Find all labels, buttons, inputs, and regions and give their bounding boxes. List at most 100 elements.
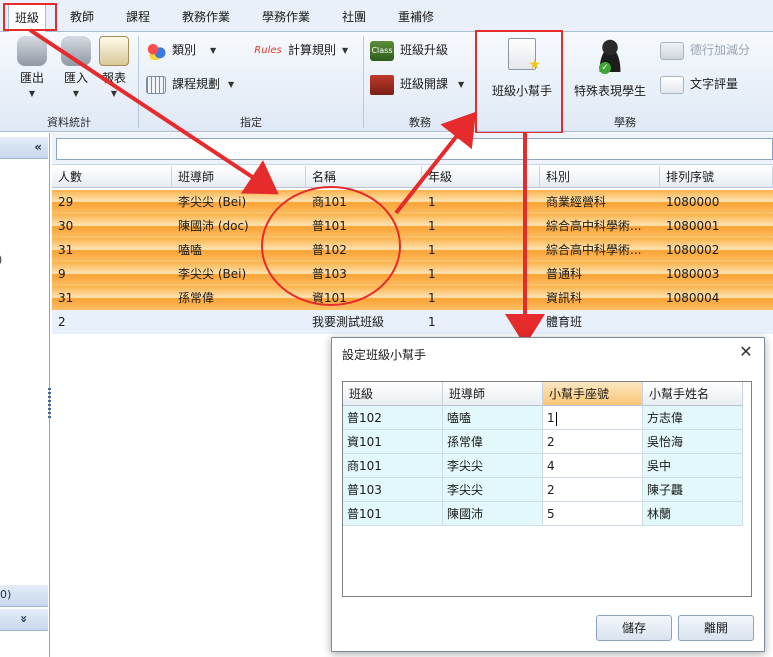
- class-open-course-button[interactable]: 班級開課 ▼: [370, 74, 465, 95]
- tab-makeup-course[interactable]: 重補修: [392, 6, 440, 28]
- category-button[interactable]: 類別 ▼: [146, 40, 216, 60]
- special-student-button[interactable]: ✓ 特殊表現學生: [568, 38, 652, 99]
- helper-seat-cell[interactable]: 1: [543, 406, 643, 430]
- dialog-title: 設定班級小幫手: [342, 348, 427, 362]
- column-header-count[interactable]: 人數: [52, 166, 172, 188]
- sort-order-cell: 1080000: [666, 195, 720, 209]
- dialog-column-header-helper-name[interactable]: 小幫手姓名: [643, 382, 743, 406]
- exit-button[interactable]: 離開: [678, 615, 754, 641]
- tab-student-affairs[interactable]: 學務作業: [256, 6, 316, 28]
- grade-cell: 1: [428, 243, 436, 257]
- department-cell: 商業經營科: [546, 195, 607, 209]
- column-header-name[interactable]: 名稱: [306, 166, 422, 188]
- collapse-left-panel-button[interactable]: «: [0, 137, 48, 159]
- helper-name-cell: 方志偉: [643, 406, 743, 430]
- teacher-cell: 李尖尖 (Bei): [178, 195, 247, 209]
- department-cell: 資訊科: [546, 291, 583, 305]
- class-promote-label: 班級升級: [400, 43, 449, 57]
- table-row[interactable]: 29 李尖尖 (Bei) 商101 1 商業經營科 1080000: [52, 190, 773, 214]
- save-button[interactable]: 儲存: [596, 615, 672, 641]
- tab-course[interactable]: 課程: [120, 6, 156, 28]
- tab-academic-affairs[interactable]: 教務作業: [176, 6, 236, 28]
- class-helper-dialog: 設定班級小幫手 ✕ 班級 班導師 小幫手座號 小幫手姓名 普102 嗑嗑 1 方志偉資…: [331, 337, 765, 652]
- helper-seat-cell[interactable]: 5: [543, 502, 643, 526]
- column-header-department[interactable]: 科別: [540, 166, 660, 188]
- group-label-stats: 資料統計: [47, 116, 91, 129]
- table-row[interactable]: 9 李尖尖 (Bei) 普103 1 普通科 1080003: [52, 262, 773, 286]
- teacher-cell: 李尖尖 (Bei): [178, 267, 247, 281]
- calc-rule-button[interactable]: Rules 計算規則 ▼: [254, 40, 348, 60]
- dialog-column-header-teacher[interactable]: 班導師: [443, 382, 543, 406]
- count-cell: 29: [58, 195, 74, 209]
- grade-cell: 1: [428, 291, 436, 305]
- dialog-column-header-class[interactable]: 班級: [343, 382, 443, 406]
- count-cell: 31: [58, 243, 74, 257]
- dialog-column-header-seat[interactable]: 小幫手座號: [543, 382, 643, 406]
- tab-teacher[interactable]: 教師: [64, 6, 100, 28]
- text-eval-button[interactable]: 文字評量: [660, 74, 738, 94]
- expand-left-panel-button[interactable]: »: [0, 609, 48, 631]
- helper-seat-cell[interactable]: 2: [543, 430, 643, 454]
- sort-order-cell: [660, 310, 773, 334]
- database-import-icon: [61, 36, 91, 66]
- partial-count-text: 0): [0, 588, 12, 601]
- report-button[interactable]: 報表 ▼: [96, 36, 132, 100]
- ribbon-panel: 匯出 ▼ 匯入 ▼ 報表 ▼ 資料統計 類別 ▼ 課程規劃 ▼ Rules 計算規則 ▼…: [0, 32, 773, 132]
- database-export-icon: [17, 36, 47, 66]
- column-header-grade[interactable]: 年級: [422, 166, 540, 188]
- name-cell: 資101: [312, 291, 347, 305]
- table-row[interactable]: 商101 李尖尖 4 吳中: [343, 454, 751, 478]
- ribbon-tab-bar: 班級 教師 課程 教務作業 學務作業 社團 重補修: [0, 0, 773, 32]
- category-label: 類別: [172, 43, 197, 57]
- table-row[interactable]: 30 陳國沛 (doc) 普101 1 綜合高中科學術... 1080001: [52, 214, 773, 238]
- class-helper-highlight-box: [475, 30, 563, 134]
- name-cell: 普101: [312, 219, 347, 233]
- conduct-score-label: 德行加減分: [690, 43, 751, 57]
- chevron-down-icon: ▼: [228, 79, 235, 89]
- export-label: 匯出: [19, 71, 44, 85]
- grade-cell: 1: [428, 267, 436, 281]
- chevron-down-icon: ▼: [342, 45, 349, 55]
- helper-name-cell: 陳子龘: [643, 478, 743, 502]
- class-promote-button[interactable]: Class 班級升級: [370, 40, 449, 61]
- helper-class-cell: 普101: [343, 502, 443, 526]
- sort-order-cell: 1080003: [666, 267, 720, 281]
- chevron-down-icon: ▼: [458, 79, 465, 89]
- helper-class-cell: 資101: [343, 430, 443, 454]
- import-label: 匯入: [63, 71, 88, 85]
- table-row[interactable]: 31 嗑嗑 普102 1 綜合高中科學術... 1080002: [52, 238, 773, 262]
- helper-seat-cell[interactable]: 4: [543, 454, 643, 478]
- table-row[interactable]: 資101 孫常偉 2 吳怡海: [343, 430, 751, 454]
- sort-order-cell: 1080001: [666, 219, 720, 233]
- chevron-down-icon: ▼: [110, 89, 118, 98]
- helper-class-cell: 普103: [343, 478, 443, 502]
- helper-grid: 班級 班導師 小幫手座號 小幫手姓名 普102 嗑嗑 1 方志偉 資101 孫常偉 2 吳怡海…: [342, 381, 752, 597]
- column-header-sort-order[interactable]: 排列序號: [660, 166, 773, 188]
- table-row[interactable]: 普103 李尖尖 2 陳子龘: [343, 478, 751, 502]
- clipboard-report-icon: [99, 36, 129, 66]
- class-board-icon: Class: [370, 40, 394, 61]
- helper-seat-cell[interactable]: 2: [543, 478, 643, 502]
- import-button[interactable]: 匯入 ▼: [56, 36, 96, 100]
- partial-text: ): [0, 253, 2, 266]
- table-row[interactable]: 31 孫常偉 資101 1 資訊科 1080004: [52, 286, 773, 310]
- grade-cell: 1: [428, 315, 436, 329]
- export-button[interactable]: 匯出 ▼: [12, 36, 52, 100]
- conduct-score-button[interactable]: 德行加減分: [660, 40, 750, 60]
- person-check-icon: ✓: [595, 38, 625, 74]
- table-row[interactable]: 2 我要測試班級 1 體育班: [52, 310, 773, 334]
- column-header-teacher[interactable]: 班導師: [172, 166, 306, 188]
- close-icon[interactable]: ✕: [736, 342, 756, 362]
- tab-club[interactable]: 社團: [336, 6, 372, 28]
- search-input[interactable]: [56, 138, 773, 160]
- group-label-assign: 指定: [240, 116, 262, 129]
- name-cell: 普103: [312, 267, 347, 281]
- course-plan-button[interactable]: 課程規劃 ▼: [146, 74, 234, 94]
- table-row[interactable]: 普101 陳國沛 5 林蘭: [343, 502, 751, 526]
- grade-cell: 1: [428, 219, 436, 233]
- double-chevron-left-icon: «: [34, 140, 42, 154]
- name-cell: 我要測試班級: [312, 315, 385, 329]
- table-row[interactable]: 普102 嗑嗑 1 方志偉: [343, 406, 751, 430]
- group-label-academic: 教務: [409, 116, 431, 129]
- splitter-grip[interactable]: [48, 388, 51, 418]
